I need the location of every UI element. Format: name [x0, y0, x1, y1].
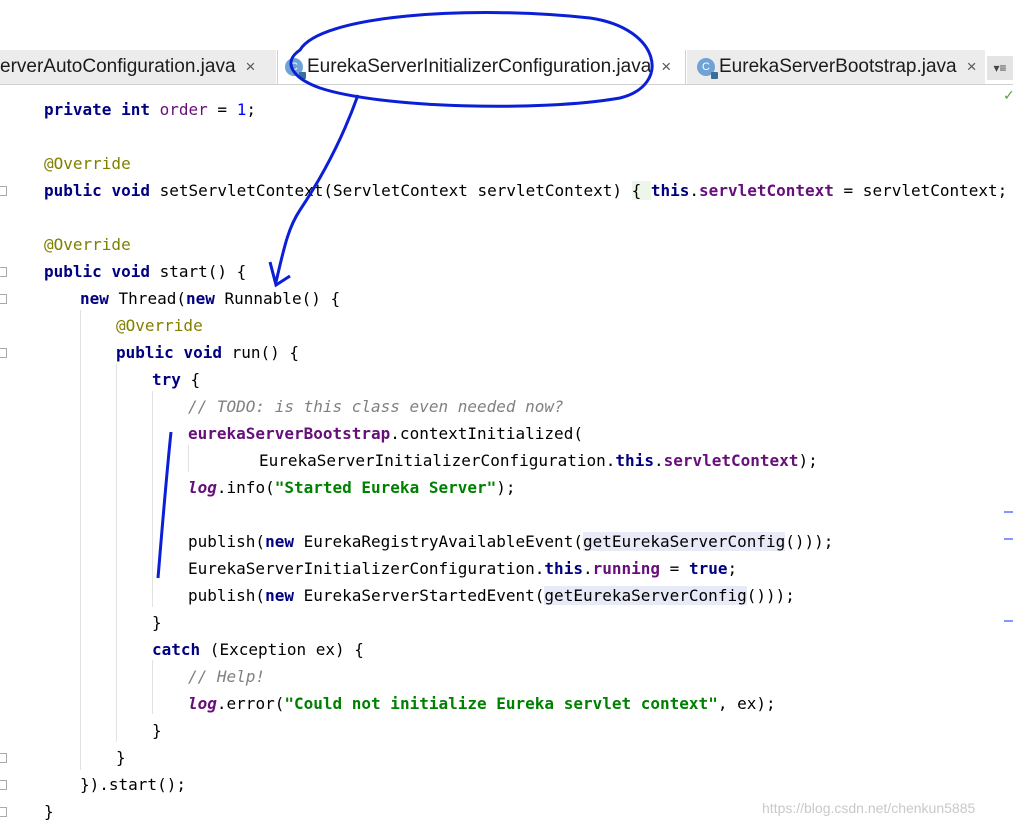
indent-guide	[116, 364, 117, 742]
watermark: https://blog.csdn.net/chenkun5885	[762, 800, 976, 816]
code-line: publish(new EurekaServerStartedEvent(get…	[188, 586, 795, 605]
fold-marker-icon[interactable]	[0, 348, 7, 358]
code-line: eurekaServerBootstrap.contextInitialized…	[188, 424, 583, 443]
code-line: }	[116, 748, 126, 767]
code-line: }).start();	[80, 775, 186, 794]
tab-eureka-server-auto-configuration[interactable]: erverAutoConfiguration.java ×	[0, 50, 276, 84]
tab-overflow-menu-icon[interactable]: ▾≡	[987, 56, 1013, 80]
close-icon[interactable]: ×	[246, 57, 256, 77]
close-icon[interactable]: ×	[661, 57, 671, 77]
code-line: // Help!	[188, 667, 266, 686]
code-line: publish(new EurekaRegistryAvailableEvent…	[188, 532, 834, 551]
code-line: @Override	[44, 154, 131, 173]
code-line: EurekaServerInitializerConfiguration.thi…	[259, 451, 818, 470]
code-line: log.info("Started Eureka Server");	[188, 478, 516, 497]
code-line: catch (Exception ex) {	[152, 640, 364, 659]
arrow-head-annotation	[268, 261, 291, 288]
inspection-ok-icon: ✓	[1003, 88, 1013, 104]
tab-bar-divider	[0, 84, 1013, 85]
indent-guide	[152, 391, 153, 607]
tab-label: erverAutoConfiguration.java	[0, 56, 236, 77]
code-line: try {	[152, 370, 201, 389]
fold-marker-icon[interactable]	[0, 807, 7, 817]
tab-label: EurekaServerBootstrap.java	[719, 56, 957, 77]
code-line: log.error("Could not initialize Eureka s…	[188, 694, 776, 713]
class-icon: C	[697, 58, 718, 79]
fold-marker-icon[interactable]	[0, 186, 7, 196]
tab-label: EurekaServerInitializerConfiguration.jav…	[307, 56, 652, 77]
editor-tab-bar: erverAutoConfiguration.java × C EurekaSe…	[0, 0, 1013, 85]
scrollbar-marker[interactable]	[1004, 511, 1013, 513]
indent-guide	[80, 310, 81, 770]
code-line: public void run() {	[116, 343, 300, 362]
indent-guide	[152, 660, 153, 714]
tab-eureka-server-bootstrap[interactable]: C EurekaServerBootstrap.java ×	[687, 50, 985, 84]
tab-eureka-server-initializer-configuration[interactable]: C EurekaServerInitializerConfiguration.j…	[277, 50, 686, 84]
fold-marker-icon[interactable]	[0, 294, 7, 304]
code-line: public void start() {	[44, 262, 247, 281]
code-line: }	[152, 721, 162, 740]
code-line: // TODO: is this class even needed now?	[188, 397, 564, 416]
code-line: }	[152, 613, 162, 632]
code-line: @Override	[44, 235, 131, 254]
scrollbar-marker[interactable]	[1004, 620, 1013, 622]
fold-marker-icon[interactable]	[0, 780, 7, 790]
fold-marker-icon[interactable]	[0, 753, 7, 763]
scrollbar-marker[interactable]	[1004, 538, 1013, 540]
code-line: }	[44, 802, 54, 821]
code-line: EurekaServerInitializerConfiguration.thi…	[188, 559, 738, 578]
code-line: @Override	[116, 316, 203, 335]
fold-marker-icon[interactable]	[0, 267, 7, 277]
bracket-annotation	[156, 431, 173, 579]
class-icon: C	[285, 58, 306, 79]
code-line: private int order = 1;	[44, 100, 256, 119]
indent-guide	[188, 445, 189, 472]
code-line: new Thread(new Runnable() {	[80, 289, 341, 308]
code-line: public void setServletContext(ServletCon…	[44, 181, 1013, 200]
close-icon[interactable]: ×	[967, 57, 977, 77]
